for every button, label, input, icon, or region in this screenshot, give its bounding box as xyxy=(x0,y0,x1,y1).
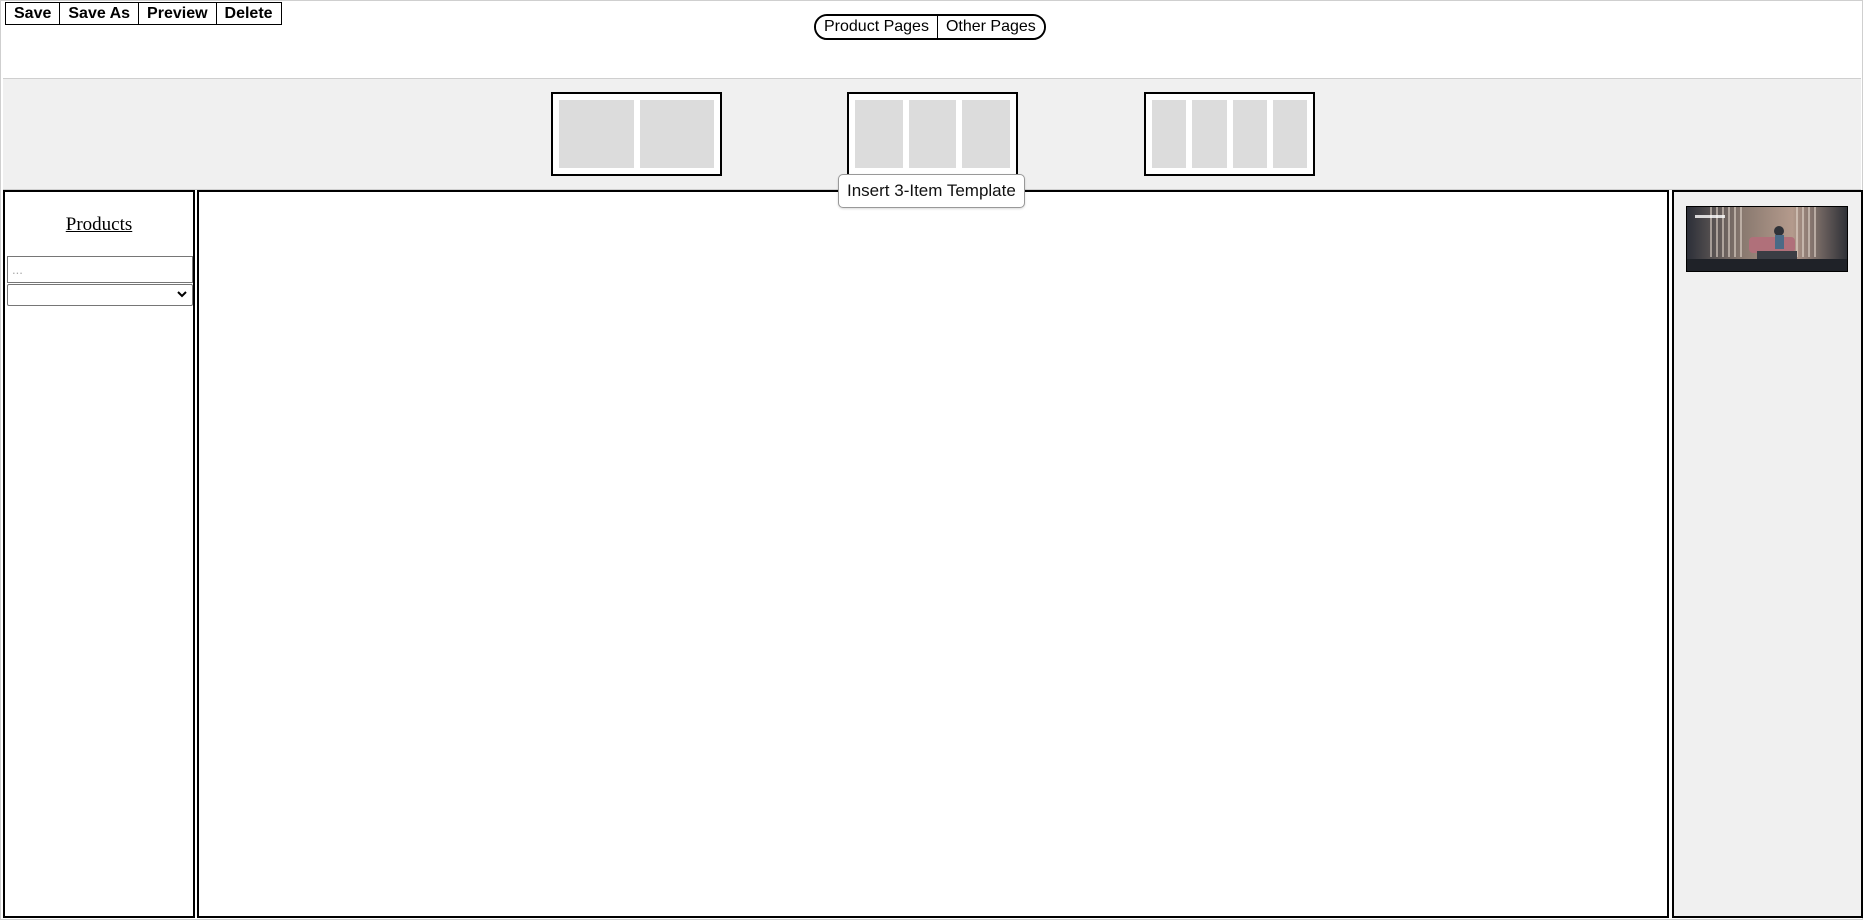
template-cell xyxy=(559,100,634,168)
template-3-item[interactable] xyxy=(847,92,1018,176)
template-2-item[interactable] xyxy=(551,92,722,176)
product-pages-button[interactable]: Product Pages xyxy=(816,16,937,38)
template-cell xyxy=(1232,100,1267,168)
image-thumbnail[interactable] xyxy=(1686,206,1848,272)
other-pages-button[interactable]: Other Pages xyxy=(936,16,1044,38)
media-panel xyxy=(1672,190,1863,918)
template-cell xyxy=(962,100,1011,168)
page-canvas[interactable] xyxy=(197,190,1669,918)
template-4-item[interactable] xyxy=(1144,92,1315,176)
template-cell xyxy=(639,100,714,168)
products-link[interactable]: Products xyxy=(5,214,193,236)
save-as-button[interactable]: Save As xyxy=(60,2,140,25)
chevron-down-icon xyxy=(176,288,188,303)
template-cell xyxy=(1152,100,1187,168)
delete-button[interactable]: Delete xyxy=(216,2,282,25)
product-search-input[interactable] xyxy=(7,256,193,283)
template-tooltip: Insert 3-Item Template xyxy=(838,174,1025,208)
product-select[interactable] xyxy=(7,284,193,306)
preview-button[interactable]: Preview xyxy=(139,2,217,25)
page-type-toggle: Product Pages Other Pages xyxy=(814,14,1046,40)
template-cell xyxy=(1272,100,1307,168)
thumbnail-image-icon xyxy=(1687,207,1847,271)
template-cell xyxy=(908,100,957,168)
toolbar: Save Save As Preview Delete xyxy=(5,2,282,25)
template-cell xyxy=(1192,100,1227,168)
page-editor: Save Save As Preview Delete Product Page… xyxy=(0,0,1863,920)
products-sidebar: Products xyxy=(3,190,195,918)
template-cell xyxy=(855,100,903,168)
save-button[interactable]: Save xyxy=(5,2,61,25)
